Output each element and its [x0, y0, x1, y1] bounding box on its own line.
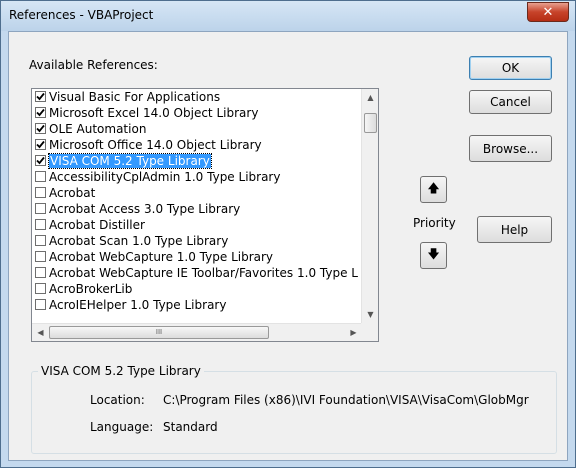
- references-list: Visual Basic For Applications Microsoft E…: [32, 89, 362, 323]
- language-value: Standard: [163, 420, 218, 434]
- checkbox-checked[interactable]: [35, 139, 46, 150]
- reference-item[interactable]: Acrobat Scan 1.0 Type Library: [32, 233, 362, 249]
- checkmark-icon: [36, 92, 45, 101]
- horizontal-scrollbar[interactable]: ◀ III ▶: [32, 323, 362, 341]
- priority-up-button[interactable]: 🡅: [420, 176, 447, 203]
- checkbox-unchecked[interactable]: [35, 267, 46, 278]
- checkbox-checked[interactable]: [35, 91, 46, 102]
- reference-item[interactable]: Acrobat WebCapture 1.0 Type Library: [32, 249, 362, 265]
- checkbox-unchecked[interactable]: [35, 235, 46, 246]
- reference-item-label: OLE Automation: [49, 122, 147, 136]
- reference-item-label: Acrobat Scan 1.0 Type Library: [49, 234, 229, 248]
- reference-item-label: Acrobat Access 3.0 Type Library: [49, 202, 241, 216]
- checkmark-icon: [36, 124, 45, 133]
- reference-item[interactable]: Microsoft Office 14.0 Object Library: [32, 137, 362, 153]
- reference-item-label: AccessibilityCplAdmin 1.0 Type Library: [49, 170, 281, 184]
- scroll-left-button[interactable]: ◀: [32, 324, 49, 341]
- scroll-corner: [361, 323, 378, 341]
- cancel-button-label: Cancel: [490, 95, 531, 109]
- reference-item-label: Acrobat Distiller: [49, 218, 145, 232]
- scroll-right-icon: ▶: [350, 328, 357, 337]
- checkbox-checked[interactable]: [35, 107, 46, 118]
- reference-item-label: Acrobat WebCapture 1.0 Type Library: [49, 250, 274, 264]
- reference-item[interactable]: Acrobat: [32, 185, 362, 201]
- horizontal-scroll-thumb[interactable]: III: [49, 326, 269, 339]
- references-dialog: References - VBAProject ✕ Available Refe…: [0, 0, 576, 468]
- scroll-up-icon: ▲: [367, 93, 374, 102]
- reference-item-label: Microsoft Excel 14.0 Object Library: [49, 106, 259, 120]
- references-listbox[interactable]: Visual Basic For Applications Microsoft E…: [31, 88, 379, 342]
- scroll-down-button[interactable]: ▼: [362, 306, 378, 323]
- checkbox-unchecked[interactable]: [35, 171, 46, 182]
- reference-item-label: AcroIEHelper 1.0 Type Library: [49, 298, 227, 312]
- window-title: References - VBAProject: [9, 8, 154, 22]
- checkbox-checked[interactable]: [35, 123, 46, 134]
- cancel-button[interactable]: Cancel: [469, 90, 552, 114]
- title-bar[interactable]: References - VBAProject ✕: [1, 1, 575, 31]
- priority-down-button[interactable]: 🡇: [420, 242, 447, 269]
- vertical-scrollbar[interactable]: ▲ ▼: [361, 89, 378, 323]
- ok-button[interactable]: OK: [469, 56, 552, 80]
- reference-item-label: Microsoft Office 14.0 Object Library: [49, 138, 262, 152]
- reference-item[interactable]: AcroBrokerLib: [32, 281, 362, 297]
- reference-item-label: Acrobat WebCapture IE Toolbar/Favorites …: [49, 266, 358, 280]
- checkbox-unchecked[interactable]: [35, 283, 46, 294]
- reference-item[interactable]: VISA COM 5.2 Type Library: [32, 153, 362, 169]
- reference-item-label: AcroBrokerLib: [49, 282, 133, 296]
- reference-item-label: Visual Basic For Applications: [49, 90, 221, 104]
- checkmark-icon: [36, 108, 45, 117]
- reference-item[interactable]: Acrobat WebCapture IE Toolbar/Favorites …: [32, 265, 362, 281]
- arrow-down-icon: 🡇: [427, 247, 440, 261]
- reference-item[interactable]: OLE Automation: [32, 121, 362, 137]
- scroll-up-button[interactable]: ▲: [362, 89, 378, 106]
- close-button[interactable]: ✕: [527, 2, 569, 22]
- checkbox-unchecked[interactable]: [35, 251, 46, 262]
- checkbox-checked[interactable]: [35, 155, 46, 166]
- close-icon: ✕: [542, 4, 554, 20]
- reference-item-label: VISA COM 5.2 Type Library: [48, 153, 212, 169]
- reference-item[interactable]: Acrobat Distiller: [32, 217, 362, 233]
- language-label: Language:: [90, 420, 154, 434]
- help-button[interactable]: Help: [477, 216, 552, 243]
- scroll-left-icon: ◀: [37, 328, 44, 337]
- reference-item-label: Acrobat: [49, 186, 96, 200]
- arrow-up-icon: 🡅: [427, 181, 440, 195]
- checkbox-unchecked[interactable]: [35, 299, 46, 310]
- reference-item[interactable]: AcroIEHelper 1.0 Type Library: [32, 297, 362, 313]
- location-label: Location:: [90, 393, 145, 407]
- reference-item[interactable]: AccessibilityCplAdmin 1.0 Type Library: [32, 169, 362, 185]
- location-value: C:\Program Files (x86)\IVI Foundation\VI…: [163, 393, 529, 407]
- checkbox-unchecked[interactable]: [35, 187, 46, 198]
- scroll-right-button[interactable]: ▶: [345, 324, 362, 341]
- vertical-scroll-thumb[interactable]: [364, 113, 377, 133]
- dialog-client-area: Available References: Visual Basic For A…: [8, 31, 568, 461]
- scroll-down-icon: ▼: [367, 310, 374, 319]
- reference-item[interactable]: Acrobat Access 3.0 Type Library: [32, 201, 362, 217]
- available-references-label: Available References:: [29, 58, 158, 72]
- checkmark-icon: [36, 156, 45, 165]
- selected-reference-title: VISA COM 5.2 Type Library: [38, 364, 204, 378]
- reference-item[interactable]: Microsoft Excel 14.0 Object Library: [32, 105, 362, 121]
- scroll-grip-icon: III: [155, 328, 163, 336]
- browse-button-label: Browse...: [482, 141, 539, 156]
- reference-item[interactable]: Visual Basic For Applications: [32, 89, 362, 105]
- reference-details-group: VISA COM 5.2 Type Library Location: C:\P…: [31, 364, 557, 454]
- checkbox-unchecked[interactable]: [35, 219, 46, 230]
- browse-button[interactable]: Browse...: [469, 135, 552, 162]
- help-button-label: Help: [500, 222, 529, 237]
- checkmark-icon: [36, 140, 45, 149]
- priority-label: Priority: [413, 216, 456, 230]
- ok-button-label: OK: [501, 61, 520, 75]
- checkbox-unchecked[interactable]: [35, 203, 46, 214]
